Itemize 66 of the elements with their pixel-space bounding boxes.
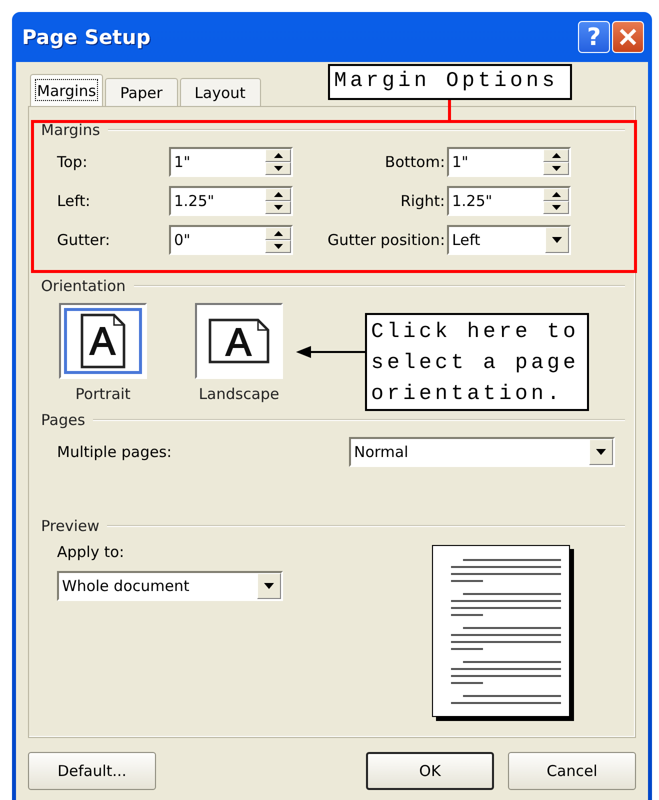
down-caret-icon [552,205,560,210]
down-caret-icon [596,449,606,455]
spinner-field[interactable]: 1.25" [447,186,571,216]
option-label: Portrait [75,385,131,403]
spin-up-button[interactable] [543,149,569,162]
callout-text: Margin Options [328,64,572,100]
group-label: Preview [41,517,100,535]
landscape-page-icon [208,318,270,364]
dialog-button[interactable]: Cancel [508,752,636,790]
dropdown-field[interactable]: Whole document [57,571,283,601]
up-caret-icon [552,192,560,197]
dropdown-field[interactable]: Left [447,225,571,255]
spinner-field[interactable]: 0" [169,225,293,255]
spin-down-button[interactable] [265,162,291,175]
field-label: Gutter: [57,231,112,249]
spin-up-button[interactable] [543,188,569,201]
up-caret-icon [274,192,282,197]
down-caret-icon [274,166,282,171]
spin-down-button[interactable] [543,162,569,175]
field-label: Bottom: [384,153,445,171]
field-label: Left: [57,192,92,210]
orientation-button[interactable] [59,303,147,379]
up-caret-icon [552,153,560,158]
group-label: Orientation [41,277,126,295]
spin-down-button[interactable] [265,201,291,214]
up-caret-icon [274,231,282,236]
down-caret-icon [274,244,282,249]
spin-down-button[interactable] [543,201,569,214]
dropdown-button[interactable] [545,227,569,253]
down-caret-icon [264,583,274,589]
close-button[interactable] [612,21,644,53]
callout-text: Click here to select a page orientation. [365,313,589,411]
spin-down-button[interactable] [265,240,291,253]
group-label: Margins [41,121,100,139]
field-label: Right: [400,192,445,210]
portrait-page-icon [80,313,126,369]
dropdown-button[interactable] [589,439,613,465]
dropdown-button[interactable] [257,573,281,599]
down-caret-icon [274,205,282,210]
option-label: Landscape [198,385,280,403]
dropdown-field[interactable]: Normal [349,437,615,467]
field-label: Apply to: [57,543,126,561]
dialog-button[interactable]: Default... [28,752,156,790]
field-label: Top: [57,153,88,171]
spinner-field[interactable]: 1" [169,147,293,177]
up-caret-icon [274,153,282,158]
dialog-button[interactable]: OK [366,752,494,790]
spinner-field[interactable]: 1.25" [169,186,293,216]
field-label: Gutter position: [327,231,445,249]
spin-up-button[interactable] [265,227,291,240]
tab[interactable]: Paper [105,78,178,106]
orientation-button[interactable] [195,303,283,379]
window-title: Page Setup [22,25,152,49]
field-label: Multiple pages: [57,443,173,461]
tab[interactable]: Margins [30,74,104,106]
spin-up-button[interactable] [265,149,291,162]
spin-up-button[interactable] [265,188,291,201]
down-caret-icon [552,166,560,171]
tab[interactable]: Layout [180,78,261,106]
help-button[interactable]: ? [578,21,610,53]
pointer-arrow [296,345,366,359]
leader-line [448,100,451,121]
spinner-field[interactable]: 1" [447,147,571,177]
down-caret-icon [552,237,562,243]
group-label: Pages [41,411,86,429]
close-icon [619,28,637,46]
